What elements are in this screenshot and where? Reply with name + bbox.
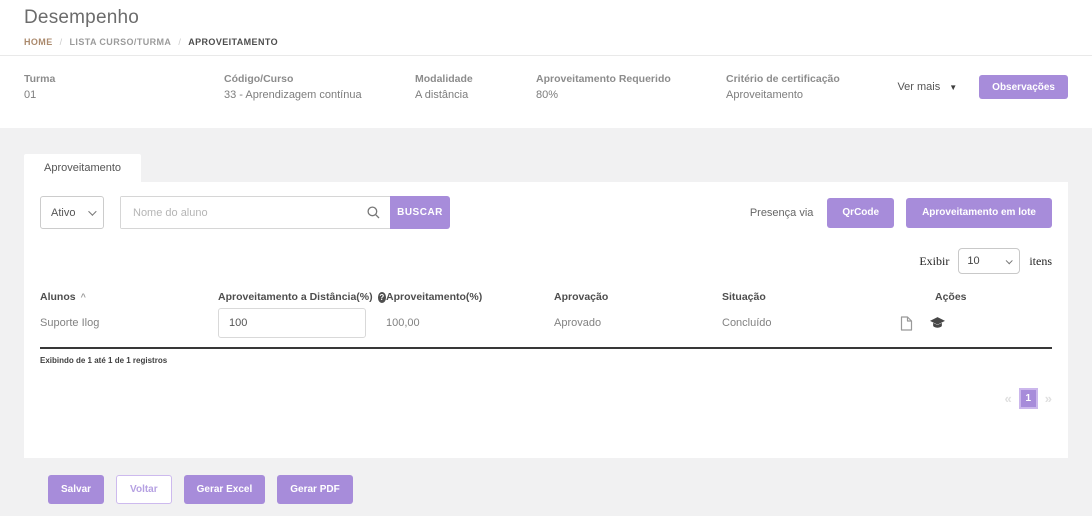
search-icon[interactable]	[367, 206, 380, 219]
presenca-via-label: Presença via	[749, 206, 814, 219]
chevron-down-icon	[1005, 256, 1014, 264]
page-title: Desempenho	[24, 7, 140, 28]
qrcode-button[interactable]: QrCode	[827, 197, 895, 228]
ver-mais-dropdown[interactable]: Ver mais ▼	[897, 81, 957, 93]
document-icon[interactable]	[900, 315, 913, 331]
voltar-button[interactable]: Voltar	[116, 475, 172, 504]
cell-aluno: Suporte Ilog	[40, 317, 100, 329]
itens-label: itens	[1029, 253, 1052, 268]
breadcrumb-lista-curso-turma-link[interactable]: LISTA CURSO/TURMA	[70, 37, 172, 47]
cell-situacao: Concluído	[722, 317, 772, 329]
tab-aproveitamento[interactable]: Aproveitamento	[24, 154, 142, 182]
search-input[interactable]	[121, 197, 367, 228]
column-header-situacao: Situação	[722, 291, 766, 303]
column-header-alunos[interactable]: Alunos ^	[40, 291, 218, 303]
breadcrumb: HOME / LISTA CURSO/TURMA / APROVEITAMENT…	[24, 37, 1068, 47]
gerar-excel-button[interactable]: Gerar Excel	[183, 475, 266, 504]
table-row: Suporte Ilog 100,00 Aprovado Concluído	[40, 308, 1052, 349]
pagination-page-1[interactable]: 1	[1018, 388, 1038, 409]
aproveitamento-em-lote-button[interactable]: Aproveitamento em lote	[906, 197, 1052, 228]
sort-asc-icon[interactable]: ^	[81, 292, 86, 302]
gerar-pdf-button[interactable]: Gerar PDF	[277, 475, 353, 504]
chevron-down-icon: ▼	[949, 82, 958, 92]
salvar-button[interactable]: Salvar	[48, 475, 105, 504]
page-size-control: Exibir 10 itens	[40, 248, 1052, 274]
page-size-value: 10	[967, 255, 980, 267]
footer-actions: Salvar Voltar Gerar Excel Gerar PDF	[48, 475, 1044, 504]
cell-aproveitamento: 100,00	[386, 317, 420, 329]
info-label: Modalidade	[415, 73, 473, 85]
student-search-field	[120, 196, 390, 229]
info-value: 33 - Aprendizagem contínua	[224, 89, 362, 101]
observacoes-button[interactable]: Observações	[979, 75, 1068, 99]
help-icon[interactable]: ?	[377, 291, 386, 303]
column-header-acoes: Ações	[935, 291, 967, 303]
breadcrumb-home-link[interactable]: HOME	[24, 37, 53, 47]
course-info-bar: Turma 01 Código/Curso 33 - Aprendizagem …	[0, 56, 1092, 128]
presenca-actions: Presença via QrCode Aproveitamento em lo…	[749, 197, 1052, 228]
exibir-label: Exibir	[919, 253, 950, 268]
aproveitamento-distancia-input[interactable]	[218, 308, 366, 338]
info-value: A distância	[415, 89, 469, 101]
column-header-aprovacao: Aprovação	[554, 291, 609, 303]
buscar-button[interactable]: BUSCAR	[390, 196, 450, 229]
info-label: Critério de certificação	[726, 73, 840, 85]
breadcrumb-current: APROVEITAMENTO	[188, 37, 278, 47]
aproveitamento-card: Ativo BUSCAR Presença via QrCode Aprovei…	[24, 182, 1068, 458]
breadcrumb-separator: /	[178, 37, 182, 47]
breadcrumb-separator: /	[59, 37, 63, 47]
status-select[interactable]: Ativo	[40, 196, 104, 229]
info-label: Aproveitamento Requerido	[536, 73, 671, 85]
info-field-codigo-curso: Código/Curso 33 - Aprendizagem contínua	[224, 73, 415, 101]
info-value: 01	[24, 89, 37, 101]
ver-mais-label: Ver mais	[897, 81, 941, 93]
pagination-next-icon[interactable]: »	[1045, 392, 1052, 405]
students-table: Alunos ^ Aproveitamento a Distância(%) ? …	[40, 291, 1052, 349]
cell-acoes	[890, 315, 1052, 331]
info-field-turma: Turma 01	[24, 73, 224, 101]
page-header: Desempenho HOME / LISTA CURSO/TURMA / AP…	[0, 0, 1092, 56]
info-label: Código/Curso	[224, 73, 294, 85]
info-field-modalidade: Modalidade A distância	[415, 73, 536, 101]
info-value: 80%	[536, 89, 559, 101]
info-field-criterio-certificacao: Critério de certificação Aproveitamento	[726, 73, 850, 101]
column-header-aproveitamento: Aproveitamento(%)	[386, 291, 483, 303]
filter-row: Ativo BUSCAR Presença via QrCode Aprovei…	[40, 196, 1052, 229]
status-select-value: Ativo	[51, 206, 76, 219]
chevron-down-icon	[88, 206, 97, 216]
page-size-select[interactable]: 10	[958, 248, 1021, 274]
column-header-aproveitamento-distancia: Aproveitamento a Distância(%) ?	[218, 291, 386, 303]
info-label: Turma	[24, 73, 56, 85]
table-header-row: Alunos ^ Aproveitamento a Distância(%) ? …	[40, 291, 1052, 303]
graduation-cap-icon[interactable]	[930, 317, 945, 329]
pagination: « 1 »	[40, 388, 1052, 409]
pagination-prev-icon[interactable]: «	[1005, 392, 1012, 405]
cell-aproveitamento-distancia	[218, 308, 386, 338]
cell-aprovacao: Aprovado	[554, 317, 602, 329]
info-value: Aproveitamento	[726, 89, 804, 101]
info-field-aproveitamento-requerido: Aproveitamento Requerido 80%	[536, 73, 726, 101]
main-content: Aproveitamento Ativo BUSCAR Presença via…	[0, 128, 1092, 504]
records-summary: Exibindo de 1 até 1 de 1 registros	[40, 356, 168, 365]
